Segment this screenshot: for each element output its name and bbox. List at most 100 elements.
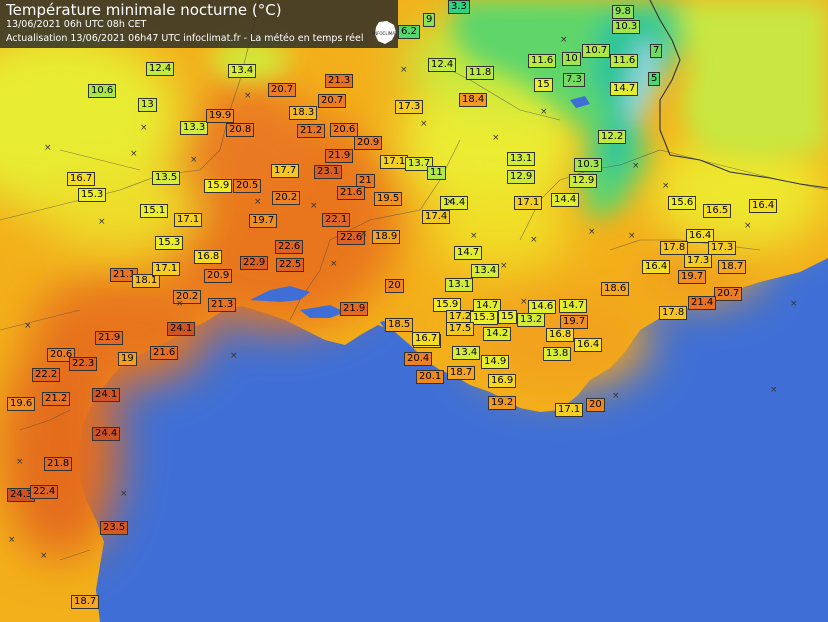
temperature-label: 24.1 xyxy=(92,388,121,402)
temperature-label: 22.6 xyxy=(275,240,304,254)
temperature-label: 23.1 xyxy=(314,165,343,179)
temperature-label: 17.7 xyxy=(271,164,300,178)
temperature-label: 13.3 xyxy=(180,121,209,135)
temperature-label: 3.3 xyxy=(448,0,470,14)
station-marker: × xyxy=(744,221,752,231)
temperature-label: 9 xyxy=(423,13,436,27)
temperature-label: 14.4 xyxy=(440,196,469,210)
temperature-label: 17.8 xyxy=(659,306,688,320)
station-marker: × xyxy=(330,259,338,269)
temperature-label: 18.7 xyxy=(71,595,100,609)
temperature-label: 22.3 xyxy=(69,357,98,371)
temperature-label: 12.4 xyxy=(428,58,457,72)
station-marker: × xyxy=(790,299,798,309)
temperature-label: 18.4 xyxy=(459,93,488,107)
temperature-label: 21.9 xyxy=(325,149,354,163)
temperature-label: 17.3 xyxy=(395,100,424,114)
temperature-label: 11.6 xyxy=(610,54,639,68)
temperature-label: 12.4 xyxy=(146,62,175,76)
temperature-label: 16.9 xyxy=(488,374,517,388)
temperature-label: 21.9 xyxy=(340,302,369,316)
temperature-label: 17.1 xyxy=(152,262,181,276)
temperature-label: 20 xyxy=(586,398,605,412)
temperature-label: 19.7 xyxy=(249,214,278,228)
temperature-label: 13.4 xyxy=(471,264,500,278)
temperature-label: 18.7 xyxy=(718,260,747,274)
temperature-label: 20.6 xyxy=(330,123,359,137)
temperature-label: 22.5 xyxy=(276,258,305,272)
temperature-label: 11.8 xyxy=(466,66,495,80)
temperature-label: 14.4 xyxy=(551,193,580,207)
temperature-label: 13.2 xyxy=(517,313,546,327)
svg-text:INFOCLIMAT: INFOCLIMAT xyxy=(373,31,398,36)
temperature-label: 13.5 xyxy=(152,171,181,185)
station-marker: × xyxy=(628,231,636,241)
station-marker: × xyxy=(254,197,262,207)
temperature-label: 12.2 xyxy=(598,130,627,144)
infoclimat-logo: INFOCLIMAT xyxy=(373,21,398,44)
temperature-label: 14.7 xyxy=(454,246,483,260)
station-marker: × xyxy=(632,161,640,171)
temperature-label: 12.9 xyxy=(507,170,536,184)
temperature-label: 16.8 xyxy=(194,250,223,264)
temperature-label: 10.3 xyxy=(574,158,603,172)
map-title: Température minimale nocturne (°C) xyxy=(6,1,282,19)
station-marker: × xyxy=(310,201,318,211)
temperature-label: 18.7 xyxy=(447,366,476,380)
station-marker: × xyxy=(190,155,198,165)
temperature-label: 13.1 xyxy=(445,278,474,292)
temperature-label: 18.6 xyxy=(601,282,630,296)
station-marker: × xyxy=(44,143,52,153)
temperature-label: 16.5 xyxy=(703,204,732,218)
temperature-label: 19.5 xyxy=(374,192,403,206)
temperature-label: 16.4 xyxy=(749,199,778,213)
temperature-label: 20.7 xyxy=(318,94,347,108)
temperature-label: 21.3 xyxy=(208,298,237,312)
map-header: Température minimale nocturne (°C) 13/06… xyxy=(0,0,398,48)
temperature-label: 12.9 xyxy=(569,174,598,188)
temperature-label: 21.2 xyxy=(297,124,326,138)
temperature-label: 5 xyxy=(648,72,661,86)
temperature-label: 17.4 xyxy=(422,210,451,224)
temperature-label: 20.7 xyxy=(714,287,743,301)
station-marker: × xyxy=(530,235,538,245)
temperature-label: 16.8 xyxy=(546,328,575,342)
station-marker: × xyxy=(40,551,48,561)
temperature-label: 13.8 xyxy=(543,347,572,361)
temperature-label: 20.7 xyxy=(268,83,297,97)
temperature-label: 16.7 xyxy=(67,172,96,186)
station-marker: × xyxy=(130,149,138,159)
temperature-label: 15.6 xyxy=(668,196,697,210)
temperature-label: 21.9 xyxy=(95,331,124,345)
temperature-label: 14.9 xyxy=(481,355,510,369)
station-marker: × xyxy=(244,91,252,101)
temperature-label: 19.9 xyxy=(206,109,235,123)
temperature-label: 18.9 xyxy=(372,230,401,244)
temperature-label: 20.1 xyxy=(416,370,445,384)
temperature-label: 19.2 xyxy=(488,396,517,410)
temperature-label: 17.3 xyxy=(684,254,713,268)
temperature-label: 20.4 xyxy=(404,352,433,366)
map-update-info: Actualisation 13/06/2021 06h47 UTC infoc… xyxy=(6,33,364,44)
temperature-label: 13 xyxy=(138,98,157,112)
temperature-label: 13.4 xyxy=(228,64,257,78)
station-marker: × xyxy=(8,535,16,545)
temperature-label: 22.2 xyxy=(32,368,61,382)
station-marker: × xyxy=(140,123,148,133)
temperature-label: 13.1 xyxy=(507,152,536,166)
temperature-label: 20.9 xyxy=(204,269,233,283)
temperature-label: 11 xyxy=(427,166,446,180)
temperature-label: 17.3 xyxy=(708,241,737,255)
temperature-label: 6.2 xyxy=(398,25,420,39)
temperature-label: 18.3 xyxy=(289,106,318,120)
station-marker: × xyxy=(230,351,238,361)
station-marker: × xyxy=(500,261,508,271)
temperature-label: 21.8 xyxy=(44,457,73,471)
temperature-label: 10.3 xyxy=(612,20,641,34)
station-marker: × xyxy=(662,181,670,191)
temperature-label: 10 xyxy=(562,52,581,66)
temperature-label: 15 xyxy=(534,78,553,92)
temperature-label: 21.6 xyxy=(150,346,179,360)
temperature-label: 22.9 xyxy=(240,256,269,270)
temperature-label: 15.3 xyxy=(155,236,184,250)
